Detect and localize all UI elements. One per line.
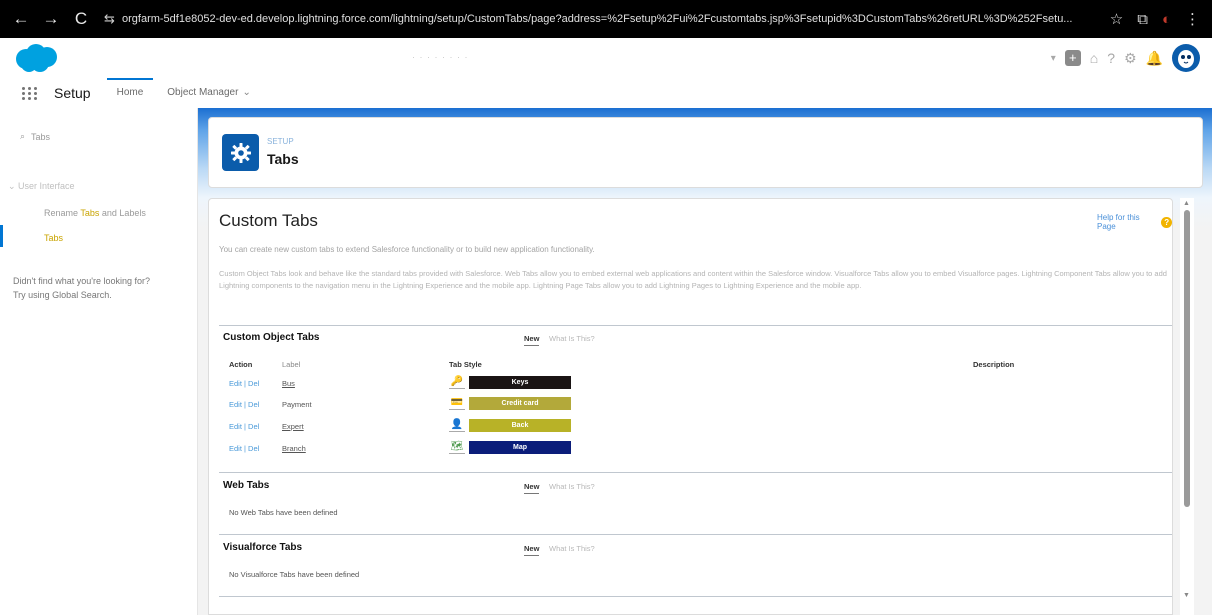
site-info-icon[interactable]: ⇆ xyxy=(104,11,122,27)
not-found-text: Didn't find what you're looking for? xyxy=(13,276,151,286)
tree-item-label: and Labels xyxy=(99,208,146,218)
section-title: Web Tabs xyxy=(223,480,270,491)
browser-reload-button[interactable]: C xyxy=(66,0,96,38)
tab-label-link[interactable]: Bus xyxy=(282,379,295,388)
quick-find-input[interactable]: ⌕ Tabs xyxy=(20,131,50,142)
tree-item-label: Rename xyxy=(44,208,81,218)
trailhead-icon[interactable]: ⌂ xyxy=(1090,50,1098,66)
tab-label-link[interactable]: Expert xyxy=(282,422,304,431)
edit-delete-links[interactable]: Edit | Del xyxy=(229,400,259,409)
browser-back-button[interactable]: ← xyxy=(6,0,36,38)
visualforce-tabs-section: Visualforce Tabs New What Is This? No Vi… xyxy=(219,534,1172,596)
tab-style-swatch: Keys xyxy=(469,376,571,389)
person-icon: 👤 xyxy=(449,419,465,432)
column-header-action: Action xyxy=(229,360,253,369)
user-avatar[interactable] xyxy=(1172,44,1200,72)
section-title: Visualforce Tabs xyxy=(223,542,303,553)
active-item-marker xyxy=(0,225,3,247)
intro-text: You can create new custom tabs to extend… xyxy=(219,245,595,254)
chevron-down-icon[interactable]: ⌄ xyxy=(242,87,250,98)
tab-style-swatch: Back xyxy=(469,419,571,432)
description-text: Custom Object Tabs look and behave like … xyxy=(219,269,1167,290)
new-web-tab-button[interactable]: New xyxy=(524,482,540,494)
tab-style-swatch: Map xyxy=(469,441,571,454)
global-header: · · · · · · · · ▾ + ⌂ ? ⚙ 🔔 xyxy=(0,38,1212,78)
gear-icon xyxy=(230,142,251,163)
scroll-down-arrow-icon[interactable]: ▼ xyxy=(1183,592,1190,599)
astro-avatar-icon xyxy=(1178,50,1194,68)
key-icon: 🔑 xyxy=(449,376,465,389)
what-is-this-link[interactable]: What Is This? xyxy=(549,334,595,343)
setup-sidebar: ⌕ Tabs ⌄ User Interface Rename Tabs and … xyxy=(0,108,198,615)
section-title: Custom Object Tabs xyxy=(223,332,320,343)
tab-object-manager-label: Object Manager xyxy=(167,87,239,98)
bookmark-star-icon[interactable]: ☆ xyxy=(1110,10,1123,28)
empty-message: No Visualforce Tabs have been defined xyxy=(229,570,360,579)
salesforce-cloud-logo[interactable] xyxy=(12,42,60,74)
new-custom-object-tab-button[interactable]: New xyxy=(524,334,540,346)
quick-find-value[interactable]: Tabs xyxy=(31,132,50,142)
edit-delete-links[interactable]: Edit | Del xyxy=(229,444,259,453)
url-text[interactable]: orgfarm-5df1e8052-dev-ed.develop.lightni… xyxy=(122,13,1072,25)
tab-label-link[interactable]: Branch xyxy=(282,444,306,453)
web-tabs-section: Web Tabs New What Is This? No Web Tabs h… xyxy=(219,472,1172,534)
page-title: Tabs xyxy=(267,151,299,167)
page-eyebrow: SETUP xyxy=(267,137,294,146)
column-header-description: Description xyxy=(973,360,1015,369)
tab-home[interactable]: Home xyxy=(106,78,154,108)
favorites-dropdown-icon[interactable]: ▾ xyxy=(1051,53,1056,64)
map-icon: 🗺 xyxy=(449,441,465,454)
credit-card-icon: 💳 xyxy=(449,397,465,410)
app-launcher-icon[interactable] xyxy=(22,84,40,102)
global-actions-icon[interactable]: + xyxy=(1064,50,1081,66)
setup-gear-icon[interactable]: ⚙ xyxy=(1124,50,1137,67)
tab-style-swatch: Credit card xyxy=(469,397,571,410)
column-header-label: Label xyxy=(282,360,301,369)
address-bar[interactable]: ⇆ orgfarm-5df1e8052-dev-ed.develop.light… xyxy=(104,11,1110,27)
tree-user-interface[interactable]: ⌄ User Interface xyxy=(8,181,75,192)
setup-gear-tile xyxy=(222,134,259,171)
custom-object-tabs-section: Custom Object Tabs New What Is This? Act… xyxy=(219,325,1172,471)
content-title: Custom Tabs xyxy=(219,211,318,230)
next-section xyxy=(219,596,1172,614)
what-is-this-link[interactable]: What Is This? xyxy=(549,544,595,553)
help-icon[interactable]: ? xyxy=(1107,50,1115,66)
column-header-tab-style: Tab Style xyxy=(449,360,482,369)
empty-message: No Web Tabs have been defined xyxy=(229,508,338,517)
global-search[interactable]: · · · · · · · · xyxy=(412,52,468,62)
app-name: Setup xyxy=(54,85,91,101)
global-search-link[interactable]: Try using Global Search. xyxy=(13,290,112,300)
browser-toolbar: ← → C ⇆ orgfarm-5df1e8052-dev-ed.develop… xyxy=(0,0,1212,38)
browser-menu-icon[interactable]: ⋮ xyxy=(1185,10,1200,28)
page-header: SETUP Tabs xyxy=(208,117,1203,188)
tree-item-tabs[interactable]: Tabs xyxy=(44,233,63,243)
notifications-bell-icon[interactable]: 🔔 xyxy=(1146,50,1163,67)
help-link-label: Help for this Page xyxy=(1097,213,1140,231)
extensions-icon[interactable]: ⧉ xyxy=(1137,11,1148,28)
browser-profile-icon[interactable]: ◐ xyxy=(1162,11,1171,28)
edit-delete-links[interactable]: Edit | Del xyxy=(229,422,259,431)
new-visualforce-tab-button[interactable]: New xyxy=(524,544,540,556)
help-question-icon: ? xyxy=(1161,216,1172,228)
tab-object-manager[interactable]: Object Manager ⌄ xyxy=(167,78,251,108)
what-is-this-link[interactable]: What Is This? xyxy=(549,482,595,491)
search-highlight: Tabs xyxy=(80,208,100,218)
edit-delete-links[interactable]: Edit | Del xyxy=(229,379,259,388)
search-icon: ⌕ xyxy=(20,131,26,141)
custom-tabs-panel: Custom Tabs Help for this Page ? You can… xyxy=(208,198,1173,615)
scrollbar-thumb[interactable] xyxy=(1184,210,1190,507)
browser-forward-button[interactable]: → xyxy=(36,0,66,38)
tree-item-rename-tabs[interactable]: Rename Tabs and Labels xyxy=(44,208,146,218)
scroll-up-arrow-icon[interactable]: ▲ xyxy=(1183,200,1190,207)
tab-label-link[interactable]: Payment xyxy=(282,400,312,409)
context-bar: Setup Home Object Manager ⌄ xyxy=(0,78,1212,108)
help-for-page-link[interactable]: Help for this Page ? xyxy=(1097,213,1172,231)
